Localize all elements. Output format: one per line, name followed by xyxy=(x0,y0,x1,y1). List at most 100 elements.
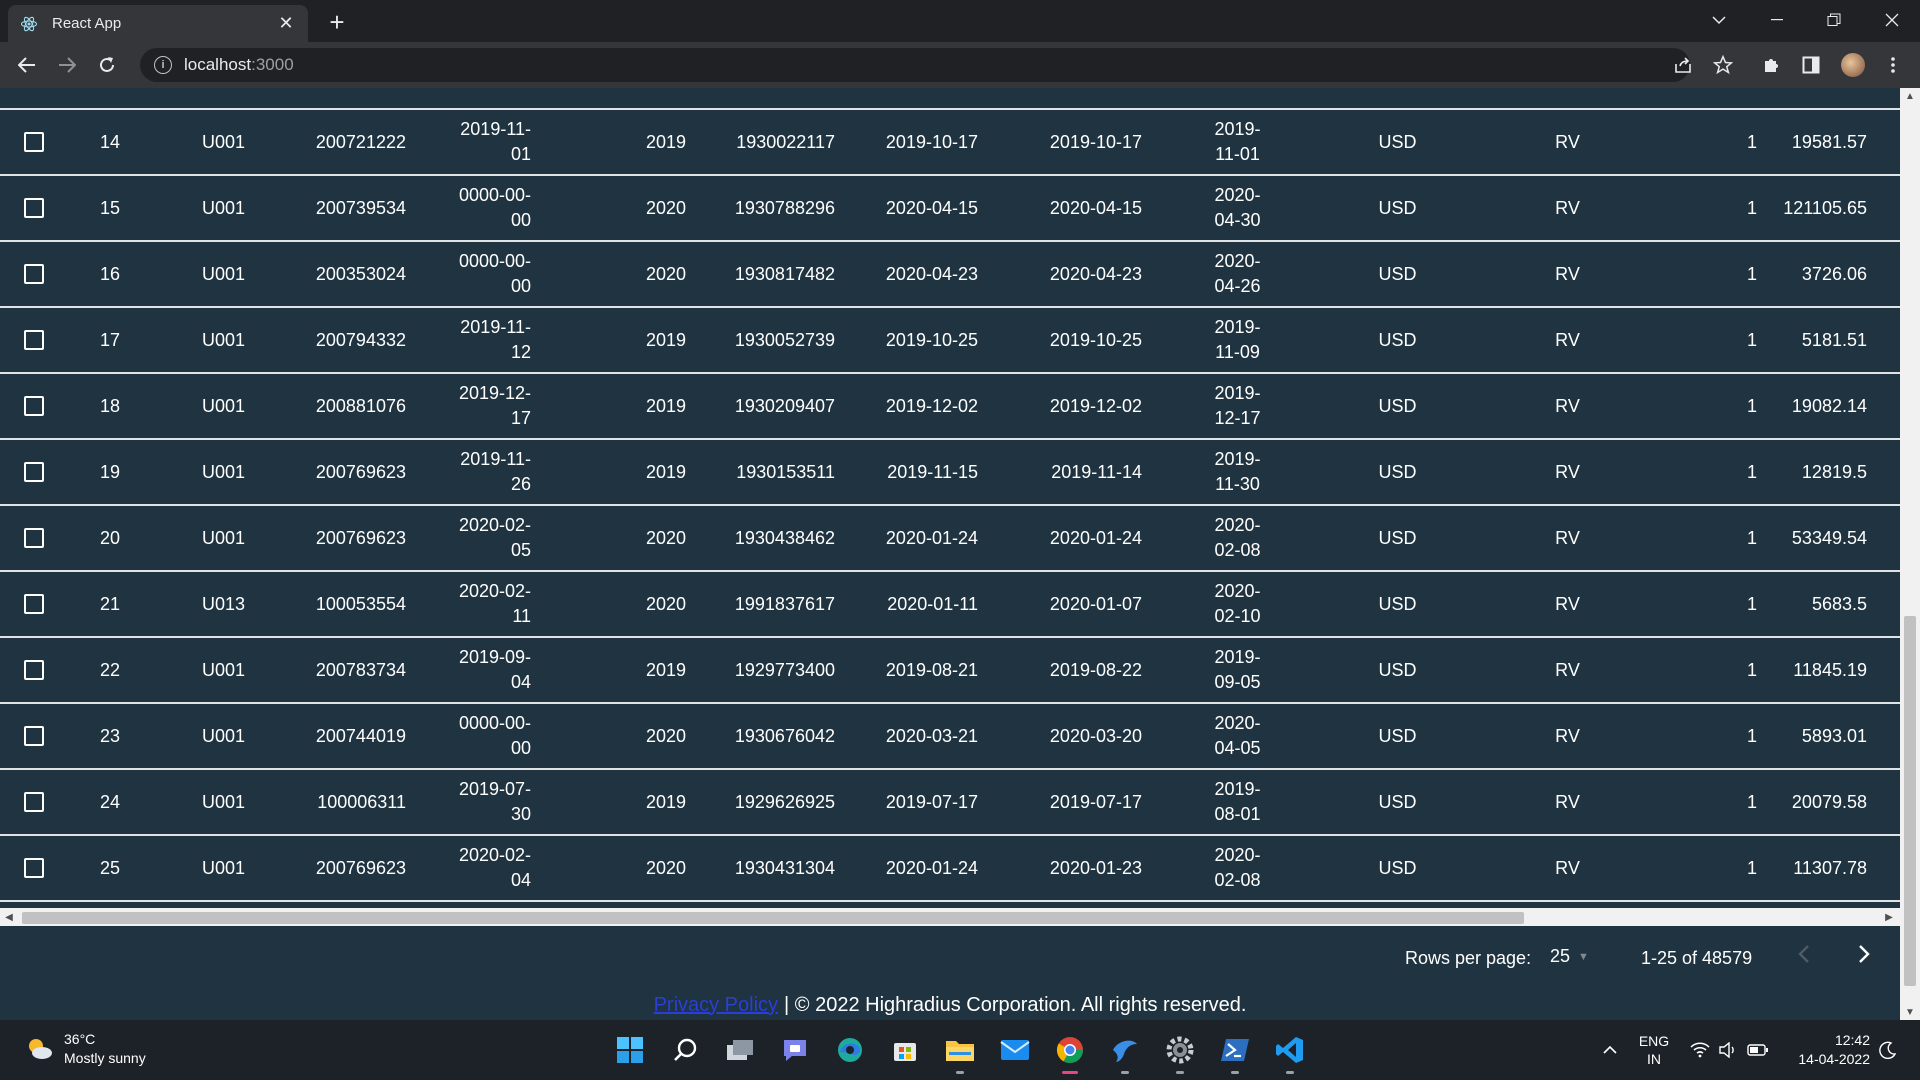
row-checkbox-cell xyxy=(24,242,48,306)
running-indicator xyxy=(1231,1071,1239,1074)
table-row[interactable]: 24 U001 100006311 2019-07- 30 2019 1929626925 2… xyxy=(0,770,1900,836)
weather-widget[interactable]: 36°C Mostly sunny xyxy=(24,1030,146,1068)
business-code-cell: U001 xyxy=(170,110,245,174)
currency-text: USD xyxy=(1378,197,1417,218)
browser-menu-icon[interactable] xyxy=(1880,52,1906,78)
table-row[interactable]: 17 U001 200794332 2019-11- 12 2019 1930052739 2… xyxy=(0,308,1900,374)
restore-button[interactable] xyxy=(1812,0,1856,40)
table-row[interactable]: 20 U001 200769623 2020-02- 05 2020 1930438462 2… xyxy=(0,506,1900,572)
scroll-down-arrow-icon[interactable]: ▼ xyxy=(1900,1004,1920,1020)
next-page-chevron-icon[interactable] xyxy=(1858,944,1870,970)
teams-chat-icon[interactable] xyxy=(777,1032,813,1068)
business-year-cell: 2020 xyxy=(600,242,686,306)
tab-search-chevron-icon[interactable] xyxy=(1697,0,1741,40)
posting-id-cell: 1 xyxy=(1680,770,1757,834)
sl-no-text: 22 xyxy=(99,659,120,680)
horizontal-scrollbar[interactable]: ◀ ▶ xyxy=(0,908,1900,926)
table-row[interactable]: 19 U001 200769623 2019-11- 26 2019 1930153511 2… xyxy=(0,440,1900,506)
posting-id-text: 1 xyxy=(1746,857,1757,878)
minimize-button[interactable] xyxy=(1755,0,1799,40)
table-row[interactable]: 22 U001 200783734 2019-09- 04 2019 1929773400 2… xyxy=(0,638,1900,704)
privacy-policy-link[interactable]: Privacy Policy xyxy=(654,994,778,1017)
previous-page-chevron-icon[interactable] xyxy=(1798,944,1810,970)
table-row[interactable]: 21 U013 100053554 2020-02- 11 2020 1991837617 2… xyxy=(0,572,1900,638)
table-row[interactable]: 25 U001 200769623 2020-02- 04 2020 1930431304 2… xyxy=(0,836,1900,902)
tab-close-icon[interactable]: ✕ xyxy=(276,13,296,34)
back-arrow-icon[interactable] xyxy=(12,50,42,80)
volume-icon[interactable] xyxy=(1716,1020,1740,1080)
table-row[interactable]: 15 U001 200739534 0000-00- 00 2020 1930788296 2… xyxy=(0,176,1900,242)
task-view-icon[interactable] xyxy=(722,1032,758,1068)
wifi-icon[interactable] xyxy=(1688,1020,1712,1080)
vscode-icon[interactable] xyxy=(1272,1032,1308,1074)
table-row[interactable]: 18 U001 200881076 2019-12- 17 2019 1930209407 2… xyxy=(0,374,1900,440)
close-window-button[interactable] xyxy=(1870,0,1914,40)
show-hidden-icons-chevron-icon[interactable] xyxy=(1598,1020,1622,1080)
microsoft-store-icon[interactable] xyxy=(887,1032,923,1068)
new-tab-button[interactable]: + xyxy=(322,7,352,37)
currency-text: USD xyxy=(1378,593,1417,614)
table-row[interactable]: 14 U001 200721222 2019-11- 01 2019 1930022117 2… xyxy=(0,110,1900,176)
scroll-up-arrow-icon[interactable]: ▲ xyxy=(1900,88,1920,104)
row-checkbox[interactable] xyxy=(24,198,44,218)
clear-date-text: 2019-11- 12 xyxy=(460,315,531,365)
side-panel-icon[interactable] xyxy=(1798,52,1824,78)
row-checkbox[interactable] xyxy=(24,792,44,812)
site-info-icon[interactable]: i xyxy=(154,56,172,74)
scroll-left-arrow-icon[interactable]: ◀ xyxy=(2,908,16,926)
table-row[interactable]: 23 U001 200744019 0000-00- 00 2020 1930676042 2… xyxy=(0,704,1900,770)
posting-date-cell: 2019-11-15 xyxy=(870,440,978,504)
doc-type-cell: RV xyxy=(1510,770,1625,834)
battery-icon[interactable] xyxy=(1746,1020,1770,1080)
profile-avatar[interactable] xyxy=(1840,52,1866,78)
vertical-scrollbar-thumb[interactable] xyxy=(1904,616,1916,986)
amount-cell: 3726.06 xyxy=(1760,242,1867,306)
clear-date-line2: 17 xyxy=(510,408,531,428)
bookmark-star-icon[interactable] xyxy=(1710,52,1736,78)
document-create-date-cell: 2019-08-22 xyxy=(1030,638,1142,702)
rows-per-page-select[interactable]: 25 ▼ xyxy=(1550,946,1589,967)
language-indicator[interactable]: ENG IN xyxy=(1632,1020,1676,1080)
business-code-text: U001 xyxy=(201,461,245,482)
posting-id-text: 1 xyxy=(1746,791,1757,812)
row-checkbox[interactable] xyxy=(24,858,44,878)
scroll-right-arrow-icon[interactable]: ▶ xyxy=(1882,908,1896,926)
row-checkbox[interactable] xyxy=(24,528,44,548)
clear-date-text: 2019-09- 04 xyxy=(459,645,531,695)
bird-app-icon[interactable] xyxy=(1107,1032,1143,1074)
reload-icon[interactable] xyxy=(92,50,122,80)
settings-gear-icon[interactable] xyxy=(1162,1032,1198,1074)
business-year-text: 2019 xyxy=(645,791,686,812)
search-icon[interactable] xyxy=(668,1032,704,1068)
row-checkbox[interactable] xyxy=(24,330,44,350)
page-content: 00 04-30 14U0012007212222019-11-01201919… xyxy=(0,88,1900,1020)
due-in-date-text: 2020- 04-30 xyxy=(1214,183,1260,233)
address-bar[interactable]: i localhost:3000 xyxy=(140,48,1690,82)
edge-browser-icon[interactable] xyxy=(832,1032,868,1068)
row-checkbox[interactable] xyxy=(24,660,44,680)
horizontal-scrollbar-thumb[interactable] xyxy=(22,912,1524,924)
browser-tab[interactable]: React App ✕ xyxy=(8,5,308,42)
forward-arrow-icon[interactable] xyxy=(52,50,82,80)
row-checkbox[interactable] xyxy=(24,132,44,152)
row-checkbox[interactable] xyxy=(24,594,44,614)
notifications-icon[interactable] xyxy=(1876,1020,1900,1080)
clock[interactable]: 12:42 14-04-2022 xyxy=(1780,1020,1870,1080)
posting-date-cell: 2019-08-21 xyxy=(870,638,978,702)
extensions-puzzle-icon[interactable] xyxy=(1758,52,1784,78)
share-icon[interactable] xyxy=(1670,52,1696,78)
chrome-icon[interactable] xyxy=(1052,1032,1088,1074)
file-explorer-icon[interactable] xyxy=(942,1032,978,1074)
sl-no-text: 19 xyxy=(99,461,120,482)
row-checkbox[interactable] xyxy=(24,462,44,482)
mail-icon[interactable] xyxy=(997,1032,1033,1068)
vertical-scrollbar[interactable]: ▲ ▼ xyxy=(1900,88,1920,1020)
windows-start-icon[interactable] xyxy=(612,1032,648,1068)
row-checkbox[interactable] xyxy=(24,264,44,284)
posting-date-cell: 2019-12-02 xyxy=(870,374,978,438)
clear-date-line1: 2019-09- xyxy=(458,647,531,667)
row-checkbox[interactable] xyxy=(24,396,44,416)
powershell-icon[interactable] xyxy=(1217,1032,1253,1074)
table-row[interactable]: 16 U001 200353024 0000-00- 00 2020 1930817482 2… xyxy=(0,242,1900,308)
row-checkbox[interactable] xyxy=(24,726,44,746)
